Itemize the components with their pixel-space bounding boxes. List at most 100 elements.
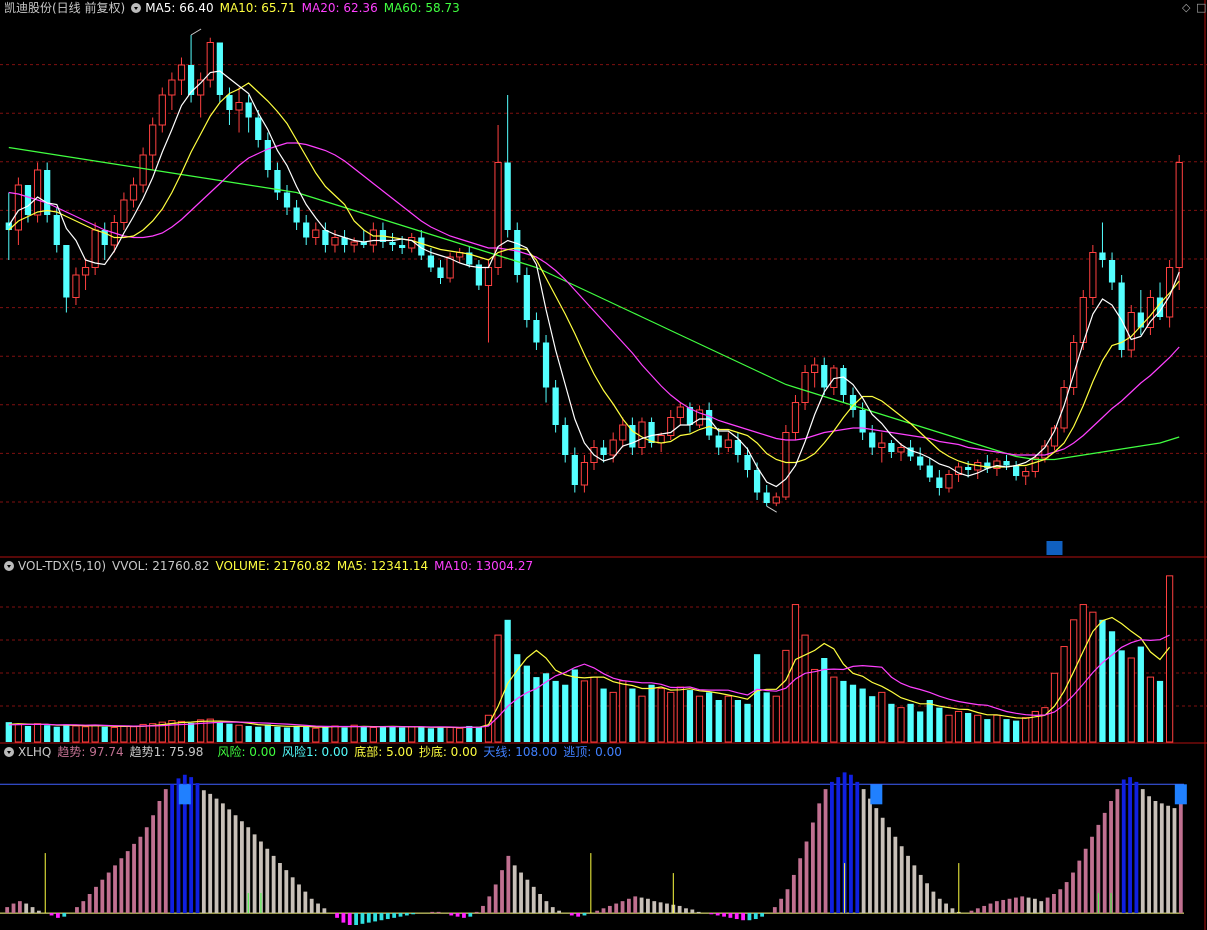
volume-bar (888, 703, 895, 742)
diamond-icon[interactable]: ◇ (1182, 1, 1190, 14)
ma5-line (8, 70, 1180, 488)
candle-body (312, 229, 320, 238)
price-ma10-value: MA10: 65.71 (219, 1, 296, 15)
volume-bar (993, 714, 1001, 743)
volume-ma10-line (8, 634, 1170, 728)
volume-bar (648, 684, 655, 742)
candle-body (44, 170, 51, 215)
candle-body (744, 455, 751, 470)
dropdown-icon[interactable] (4, 747, 14, 757)
xlhq-panel-header: XLHQ 趋势: 97.74 趋势1: 75.98 风险: 0.00 风险1: 0.00… (4, 744, 628, 760)
volume-indicator-name[interactable]: VOL-TDX(5,10) (18, 559, 106, 573)
chart-canvas (0, 0, 1207, 930)
volume-bar (1127, 657, 1135, 743)
volume-panel-header: VOL-TDX(5,10) VVOL: 21760.82 VOLUME: 21760… (4, 558, 539, 574)
candle-body (580, 462, 589, 486)
volume-bar (437, 726, 444, 742)
volume-bar (446, 726, 454, 743)
volume-bar (849, 684, 857, 742)
volume-bar (494, 634, 502, 743)
candle-body (859, 410, 866, 433)
escape-marker (1174, 784, 1187, 805)
volume-bar (686, 690, 694, 742)
candle-body (878, 442, 886, 448)
volume-bar (907, 703, 914, 742)
candle-body (1089, 252, 1097, 298)
cai-marker-bg (1046, 541, 1063, 555)
volume-bar (984, 719, 991, 742)
volume-bar (475, 726, 482, 742)
candle-body (427, 255, 435, 268)
volume-bar (667, 691, 675, 743)
candle-body (772, 496, 780, 504)
volume-bar (350, 724, 358, 743)
volume-bar (878, 691, 886, 743)
stock-name[interactable]: 凯迪股份(日线 前复权) (4, 1, 125, 15)
candle-body (897, 447, 905, 453)
volume-bar (129, 726, 138, 743)
dropdown-icon[interactable] (131, 3, 142, 13)
candle-body (331, 237, 339, 246)
candle-body (81, 267, 90, 276)
volume-bar (389, 726, 396, 742)
volume-bar (869, 696, 876, 742)
volume-bar (1070, 619, 1078, 743)
volume-bar (945, 714, 953, 743)
candle-body (715, 435, 722, 448)
candle-body (293, 207, 300, 223)
taoding-value: 逃顶: 0.00 (563, 745, 622, 759)
candle-body (562, 425, 569, 455)
volume-bar (629, 688, 636, 742)
candle-body (791, 402, 800, 433)
risk-value: 风险: 0.00 (217, 745, 277, 759)
candle-body (369, 229, 377, 246)
volume-bar (216, 722, 223, 742)
candle-body (801, 372, 809, 403)
volume-bar (110, 726, 118, 743)
volume-bar (897, 707, 905, 743)
volume-ma5-value: MA5: 12341.14 (336, 559, 429, 573)
volume-bar (312, 727, 320, 743)
volume-bar (954, 710, 963, 743)
volume-bar (322, 726, 329, 742)
xlhq-indicator-name[interactable]: XLHQ (18, 745, 51, 759)
candle-body (676, 406, 684, 418)
candle-body (149, 124, 157, 156)
candle-body (504, 162, 511, 230)
volume-bar (657, 688, 665, 743)
candle-body (484, 267, 493, 286)
volume-bar (379, 725, 387, 742)
volume-bar (676, 686, 684, 743)
candle-body (216, 42, 223, 95)
volume-bar (859, 688, 866, 742)
volume-bar (274, 726, 281, 742)
volume-bar (724, 695, 732, 743)
candle-body (139, 154, 147, 186)
candle-body (399, 245, 406, 248)
candle-body (350, 241, 358, 246)
volume-bar (44, 725, 51, 742)
bottom-value: 底部: 5.00 (354, 745, 413, 759)
volume-bar (830, 676, 838, 743)
volume-bar (72, 725, 80, 743)
volume-bar (360, 726, 367, 742)
candle-body (840, 368, 847, 395)
candle-body (5, 222, 12, 230)
candle-body (571, 455, 578, 485)
candle-body (1099, 252, 1106, 260)
price-ma20-value: MA20: 62.36 (301, 1, 378, 15)
price-ma5-value: MA5: 66.40 (145, 1, 214, 15)
candle-body (1108, 260, 1116, 283)
candle-body (724, 439, 732, 448)
dropdown-icon[interactable] (4, 561, 14, 571)
volume-ma10-value: MA10: 13004.27 (434, 559, 534, 573)
volume-bar (255, 726, 262, 742)
volume-bar (801, 634, 809, 743)
candle-body (869, 432, 876, 448)
volume-bar (571, 669, 578, 742)
tianxian-value: 天线: 108.00 (483, 745, 558, 759)
expand-icon[interactable]: □ (1196, 1, 1206, 14)
candle-body (283, 192, 291, 208)
volume-bar (609, 691, 617, 743)
volume-bar (264, 724, 271, 742)
